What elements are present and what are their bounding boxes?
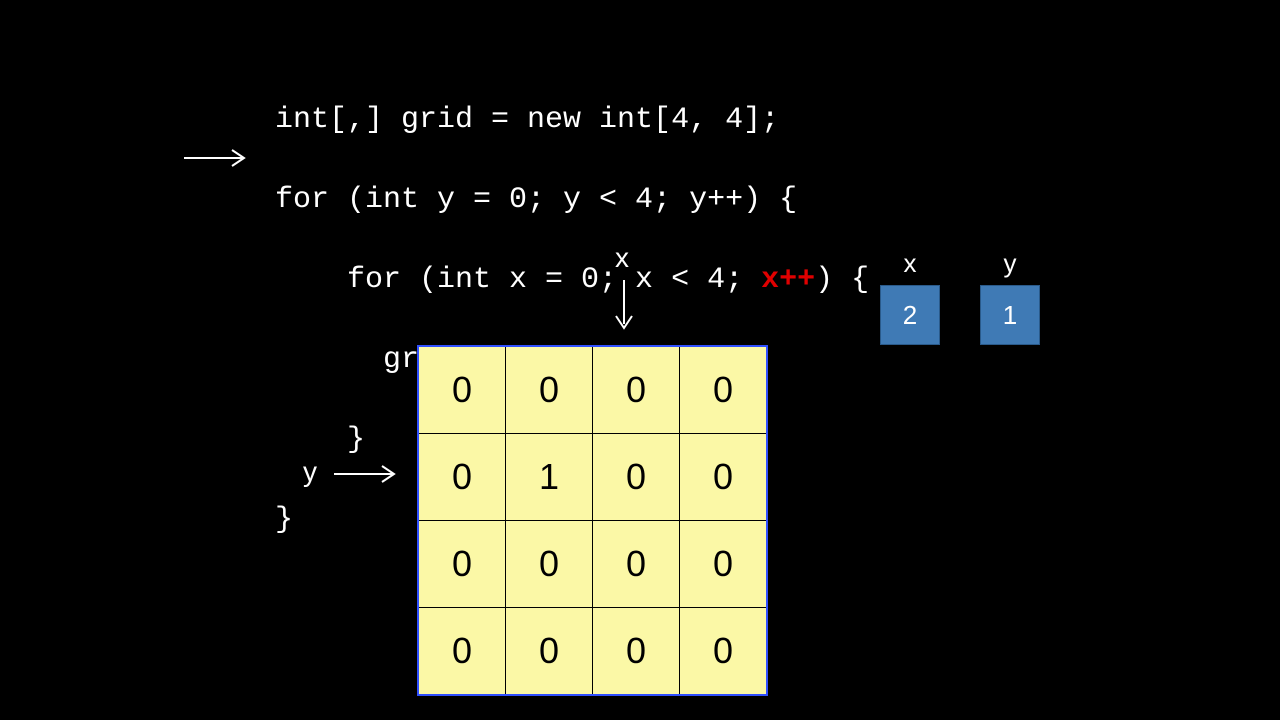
grid-row: 0 0 0 0 [418, 608, 767, 696]
grid-cell: 0 [593, 521, 680, 608]
x-arrow-down-icon [614, 278, 634, 334]
grid-row: 0 0 0 0 [418, 521, 767, 608]
grid-cell: 0 [593, 608, 680, 696]
grid-cell: 0 [418, 521, 506, 608]
grid-cell: 1 [506, 434, 593, 521]
grid-row: 0 1 0 0 [418, 434, 767, 521]
grid-cell: 0 [680, 608, 768, 696]
var-x-label: x [880, 248, 940, 279]
var-y: y 1 [980, 248, 1040, 345]
grid-cell: 0 [506, 346, 593, 434]
grid-cell: 0 [418, 346, 506, 434]
grid-row: 0 0 0 0 [418, 346, 767, 434]
var-y-value: 1 [980, 285, 1040, 345]
grid-cell: 0 [418, 434, 506, 521]
grid-table: 0 0 0 0 0 1 0 0 0 0 0 0 0 0 0 0 [417, 345, 768, 696]
grid-cell: 0 [680, 521, 768, 608]
x-axis-label: x [615, 242, 629, 274]
var-y-label: y [980, 248, 1040, 279]
y-arrow-right-icon [332, 464, 406, 484]
grid-cell: 0 [593, 434, 680, 521]
variable-display: x 2 y 1 [880, 248, 1040, 345]
code-line-2: for (int y = 0; y < 4; y++) { [275, 180, 869, 220]
var-x: x 2 [880, 248, 940, 345]
code-line-3: for (int x = 0; x < 4; x++) { [275, 260, 869, 300]
y-axis-label: y [303, 456, 317, 488]
current-expression: x++ [761, 263, 815, 297]
grid-cell: 0 [418, 608, 506, 696]
var-x-value: 2 [880, 285, 940, 345]
grid-cell: 0 [506, 608, 593, 696]
execution-arrow-icon [182, 148, 256, 168]
grid-cell: 0 [593, 346, 680, 434]
grid-cell: 0 [680, 346, 768, 434]
code-line-1: int[,] grid = new int[4, 4]; [275, 100, 869, 140]
grid-cell: 0 [680, 434, 768, 521]
grid-cell: 0 [506, 521, 593, 608]
grid-visualization: 0 0 0 0 0 1 0 0 0 0 0 0 0 0 0 0 [417, 345, 768, 696]
